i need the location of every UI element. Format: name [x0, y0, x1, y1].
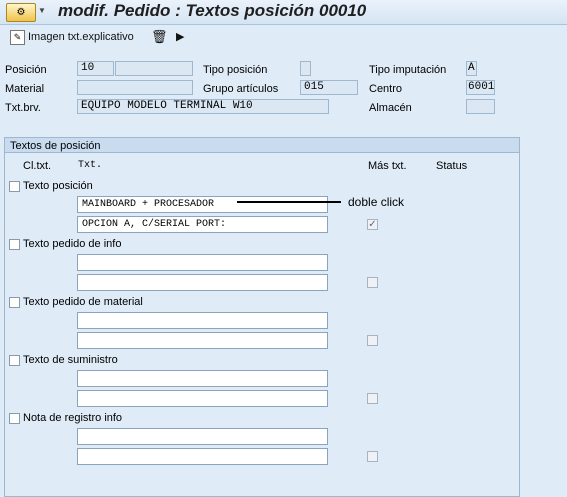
col-cltxt-header: Cl.txt. — [23, 160, 52, 172]
text-line-input[interactable] — [77, 312, 328, 329]
col-txt-header: Txt. — [78, 160, 103, 171]
tipo-posicion-label: Tipo posición — [203, 64, 268, 76]
text-line-input[interactable] — [77, 428, 328, 445]
grupo-articulos-label: Grupo artículos — [203, 83, 279, 95]
text-line-input[interactable] — [77, 370, 328, 387]
centro-label: Centro — [369, 83, 403, 95]
image-txt-button[interactable]: ✎ Imagen txt.explicativo — [10, 29, 134, 45]
delete-icon[interactable]: 🗑 — [151, 29, 168, 45]
text-line-input[interactable] — [77, 332, 328, 349]
text-line-input[interactable]: OPCION A, C/SERIAL PORT: — [77, 216, 328, 233]
more-text-checkbox[interactable] — [367, 335, 378, 346]
section-label: Texto pedido de material — [23, 296, 143, 308]
image-txt-label: Imagen txt.explicativo — [28, 31, 134, 43]
grupo-articulos-field[interactable]: 015 — [300, 80, 358, 95]
panel-title: Textos de posición — [10, 140, 101, 152]
posicion-label: Posición — [5, 64, 47, 76]
texto-pedido-material-checkbox[interactable] — [9, 297, 20, 308]
almacen-field[interactable] — [466, 99, 495, 114]
next-icon[interactable]: ▶ — [176, 29, 184, 45]
txtbrv-label: Txt.brv. — [5, 102, 41, 114]
text-line-input[interactable] — [77, 274, 328, 291]
edit-icon: ✎ — [10, 29, 25, 45]
section-label: Texto de suministro — [23, 354, 118, 366]
tipo-imputacion-label: Tipo imputación — [369, 64, 447, 76]
col-status-header: Status — [436, 160, 468, 172]
window-title: modif. Pedido : Textos posición 00010 — [58, 1, 367, 20]
more-text-checkbox[interactable] — [367, 277, 378, 288]
tipo-imputacion-field[interactable]: A — [466, 61, 477, 76]
centro-field[interactable]: 6001 — [466, 80, 495, 95]
posicion-desc-field[interactable] — [115, 61, 193, 76]
system-menu-icon[interactable]: ⚙ — [6, 3, 36, 22]
texto-suministro-checkbox[interactable] — [9, 355, 20, 366]
text-line-input[interactable] — [77, 448, 328, 465]
texto-posicion-checkbox[interactable] — [9, 181, 20, 192]
txtbrv-field[interactable]: EQUIPO MODELO TERMINAL W10 — [77, 99, 329, 114]
almacen-label: Almacén — [369, 102, 412, 114]
col-mas-txt-header: Más txt. — [368, 160, 407, 172]
annotation-text: doble click — [348, 195, 405, 209]
dropdown-arrow-icon[interactable]: ▼ — [38, 6, 46, 15]
material-label: Material — [5, 83, 45, 95]
section-label: Nota de registro info — [23, 412, 123, 424]
text-line-input[interactable]: MAINBOARD + PROCESADOR — [77, 196, 328, 213]
texto-pedido-info-checkbox[interactable] — [9, 239, 20, 250]
section-label: Texto posición — [23, 180, 93, 192]
more-text-checkbox[interactable] — [367, 393, 378, 404]
material-field[interactable] — [77, 80, 193, 95]
tipo-posicion-field[interactable] — [300, 61, 311, 76]
annotation-line — [237, 201, 341, 203]
posicion-field[interactable]: 10 — [77, 61, 114, 76]
more-text-checkbox[interactable]: ✓ — [367, 219, 378, 230]
nota-registro-info-checkbox[interactable] — [9, 413, 20, 424]
more-text-checkbox[interactable] — [367, 451, 378, 462]
text-line-input[interactable] — [77, 254, 328, 271]
text-line-input[interactable] — [77, 390, 328, 407]
section-label: Texto pedido de info — [23, 238, 122, 250]
